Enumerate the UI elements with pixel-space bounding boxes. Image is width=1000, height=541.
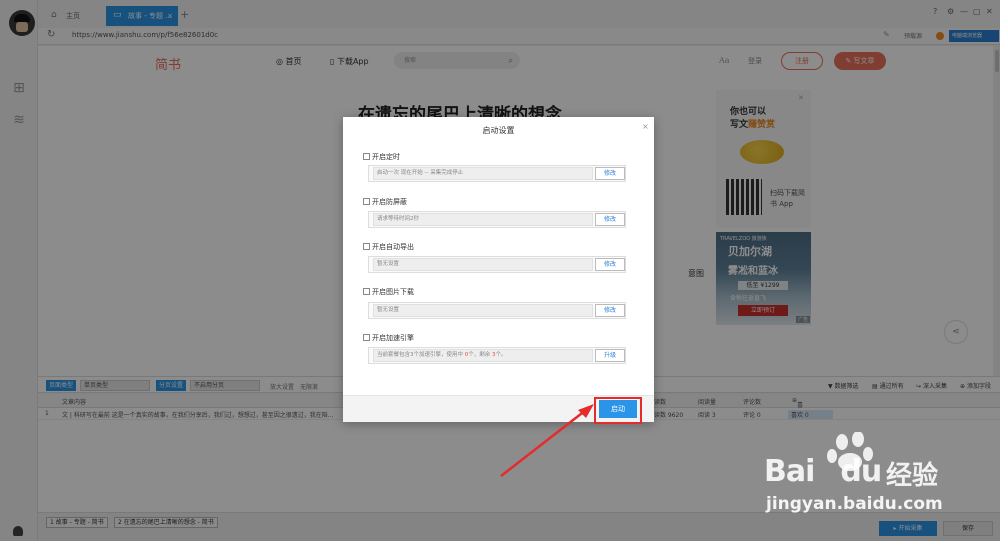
start-settings-dialog: 启动设置 × 开启定时 启动一次 现在开始 -- 采集完成停止 修改 开启防屏蔽… bbox=[343, 117, 654, 424]
image-download-checkbox[interactable]: 开启图片下载 bbox=[363, 287, 414, 297]
auto-export-setting-box: 暂无设置 修改 bbox=[368, 256, 626, 273]
anti-block-checkbox[interactable]: 开启防屏蔽 bbox=[363, 197, 407, 207]
image-download-field: 暂无设置 bbox=[373, 304, 593, 317]
watermark-brand: Bai du bbox=[764, 454, 882, 489]
dialog-title: 启动设置 bbox=[482, 126, 515, 135]
anti-block-field: 请求等待时间2秒 bbox=[373, 213, 593, 226]
auto-export-edit-button[interactable]: 修改 bbox=[595, 258, 625, 271]
auto-export-field: 暂无设置 bbox=[373, 258, 593, 271]
checkbox-icon[interactable] bbox=[363, 288, 370, 295]
checkbox-icon[interactable] bbox=[363, 198, 370, 205]
anti-block-edit-button[interactable]: 修改 bbox=[595, 213, 625, 226]
accelerate-field: 当前套餐包含3个加速引擎，使用中 0个，剩余 3个。 bbox=[373, 349, 593, 362]
timer-setting-box: 启动一次 现在开始 -- 采集完成停止 修改 bbox=[368, 165, 626, 182]
watermark-cn: 经验 bbox=[886, 461, 939, 491]
checkbox-icon[interactable] bbox=[363, 334, 370, 341]
annotation-arrow-icon bbox=[500, 404, 594, 477]
checkbox-icon[interactable] bbox=[363, 243, 370, 250]
dialog-close-icon[interactable]: × bbox=[642, 122, 649, 131]
start-button[interactable]: 启动 bbox=[599, 400, 637, 418]
checkbox-icon[interactable] bbox=[363, 153, 370, 160]
watermark-url: jingyan.baidu.com bbox=[766, 494, 943, 514]
timer-checkbox[interactable]: 开启定时 bbox=[363, 152, 400, 162]
image-download-edit-button[interactable]: 修改 bbox=[595, 304, 625, 317]
image-download-setting-box: 暂无设置 修改 bbox=[368, 302, 626, 319]
accelerate-setting-box: 当前套餐包含3个加速引擎，使用中 0个，剩余 3个。 升级 bbox=[368, 347, 626, 364]
anti-block-setting-box: 请求等待时间2秒 修改 bbox=[368, 211, 626, 228]
timer-field: 启动一次 现在开始 -- 采集完成停止 bbox=[373, 167, 593, 180]
upgrade-button[interactable]: 升级 bbox=[595, 349, 625, 362]
accelerate-checkbox[interactable]: 开启加速引擎 bbox=[363, 333, 414, 343]
auto-export-checkbox[interactable]: 开启自动导出 bbox=[363, 242, 414, 252]
timer-edit-button[interactable]: 修改 bbox=[595, 167, 625, 180]
